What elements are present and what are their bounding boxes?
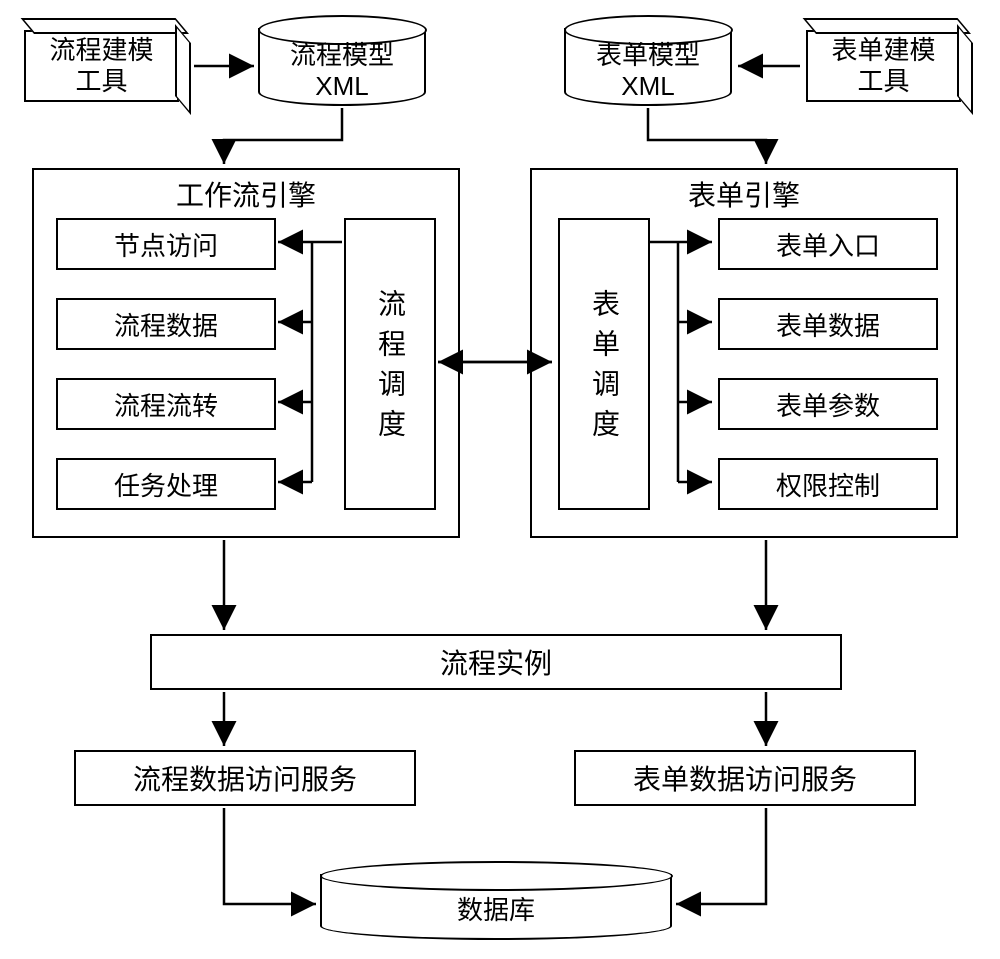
form-engine-title: 表单引擎 xyxy=(532,174,956,214)
form-scheduler: 表单调度 xyxy=(558,218,650,510)
label: 表单建模工具 xyxy=(831,35,935,97)
label: 流程建模工具 xyxy=(49,35,153,97)
label: 数据库 xyxy=(457,895,535,926)
process-data-service: 流程数据访问服务 xyxy=(74,750,416,806)
form-engine: 表单引擎 表单调度 表单入口 表单数据 表单参数 权限控制 xyxy=(530,168,958,538)
form-modeling-tool: 表单建模工具 xyxy=(806,30,961,102)
form-item-2: 表单参数 xyxy=(718,378,938,430)
wf-item-1: 流程数据 xyxy=(56,298,276,350)
label: 表单模型XML xyxy=(596,40,700,102)
workflow-engine-title: 工作流引擎 xyxy=(34,174,458,214)
wf-item-0: 节点访问 xyxy=(56,218,276,270)
database: 数据库 xyxy=(320,874,672,940)
form-model-xml: 表单模型XML xyxy=(564,28,732,106)
label: 流程模型XML xyxy=(290,40,394,102)
wf-item-3: 任务处理 xyxy=(56,458,276,510)
form-item-0: 表单入口 xyxy=(718,218,938,270)
process-modeling-tool: 流程建模工具 xyxy=(24,30,179,102)
process-model-xml: 流程模型XML xyxy=(258,28,426,106)
wf-item-2: 流程流转 xyxy=(56,378,276,430)
process-instance: 流程实例 xyxy=(150,634,842,690)
form-item-3: 权限控制 xyxy=(718,458,938,510)
diagram-canvas: 流程建模工具 流程模型XML 表单模型XML 表单建模工具 工作流引擎 节点访问… xyxy=(0,0,1000,959)
form-item-1: 表单数据 xyxy=(718,298,938,350)
form-data-service: 表单数据访问服务 xyxy=(574,750,916,806)
workflow-engine: 工作流引擎 节点访问 流程数据 流程流转 任务处理 流程调度 xyxy=(32,168,460,538)
wf-scheduler: 流程调度 xyxy=(344,218,436,510)
